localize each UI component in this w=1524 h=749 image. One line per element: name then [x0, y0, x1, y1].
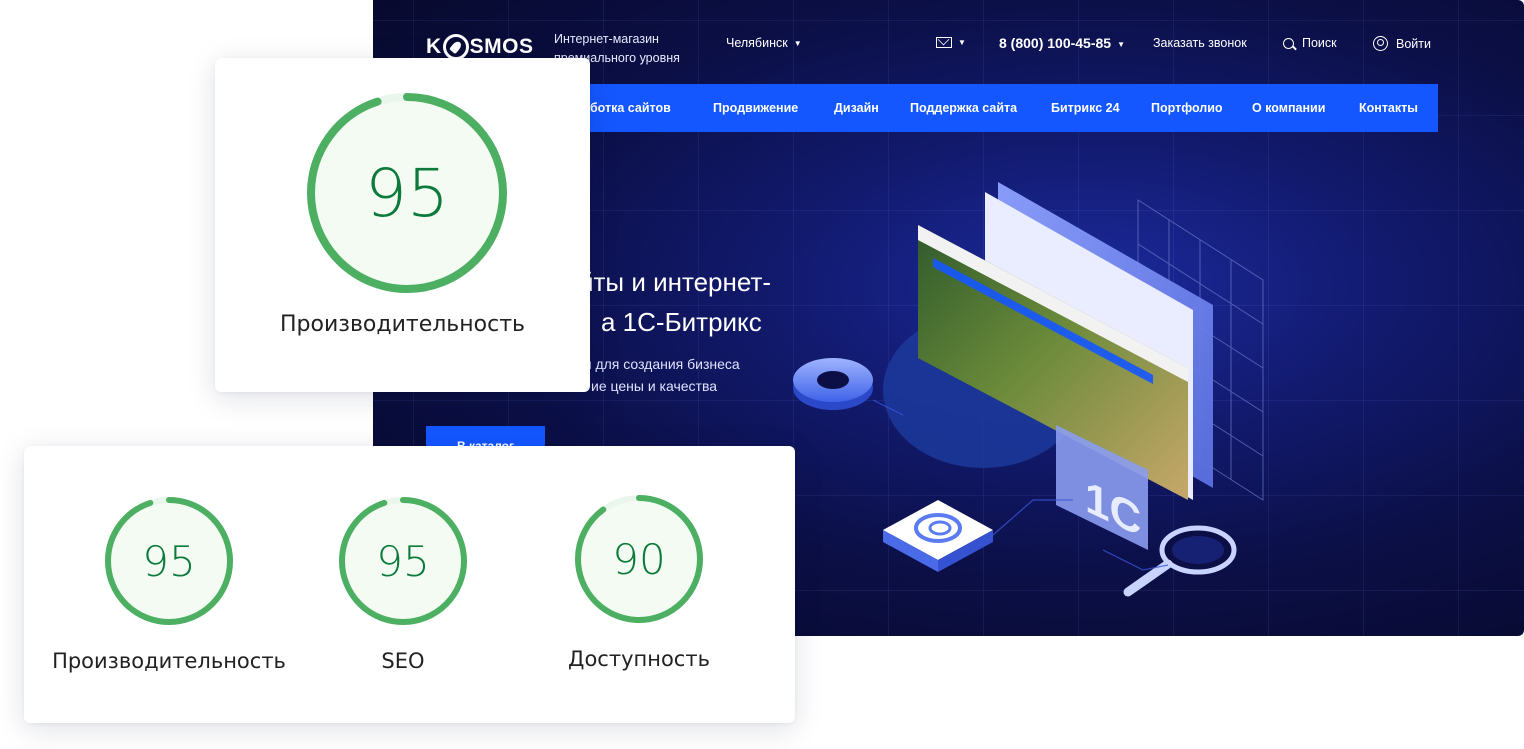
- score-value: 90: [612, 534, 666, 584]
- score-card-main: 95 Производительность: [215, 58, 590, 392]
- score-value: 95: [365, 154, 449, 232]
- score-label: SEO: [381, 649, 425, 673]
- nav-item-development[interactable]: аботка сайтов: [583, 101, 671, 115]
- logo-text-right: SMOS: [469, 35, 534, 58]
- nav-item-design[interactable]: Дизайн: [834, 101, 879, 115]
- score-gauge-accessibility: 90: [574, 494, 704, 624]
- rocket-icon: [442, 34, 469, 60]
- score-label: Производительность: [52, 649, 286, 673]
- score-gauge-main: 95: [305, 91, 509, 295]
- score-label: Производительность: [280, 312, 525, 337]
- score-value: 95: [376, 536, 430, 586]
- phone-dropdown[interactable]: 8 (800) 100-45-85 ▼: [999, 35, 1125, 51]
- site-logo[interactable]: K SMOS: [426, 34, 534, 60]
- search-link[interactable]: Поиск: [1283, 36, 1337, 50]
- login-label: Войти: [1396, 36, 1431, 51]
- storage-tile-icon: [883, 500, 993, 572]
- nav-item-portfolio[interactable]: Портфолио: [1151, 101, 1223, 115]
- nav-item-contacts[interactable]: Контакты: [1359, 101, 1418, 115]
- search-icon: [1283, 37, 1294, 49]
- score-gauge-seo: 95: [338, 496, 468, 626]
- score-label: Доступность: [568, 647, 710, 671]
- nav-item-bitrix24[interactable]: Битрикс 24: [1051, 101, 1120, 115]
- chevron-down-icon: ▼: [793, 39, 802, 49]
- city-selector[interactable]: Челябинск ▼: [726, 36, 802, 50]
- callback-link[interactable]: Заказать звонок: [1153, 36, 1247, 50]
- nav-item-promotion[interactable]: Продвижение: [713, 101, 798, 115]
- logo-text-left: K: [426, 35, 442, 58]
- isometric-illustration: 1С: [793, 182, 1264, 597]
- chevron-down-icon: ▼: [1117, 39, 1125, 49]
- stage: K SMOS Интернет-магазин премиального уро…: [0, 0, 1524, 749]
- search-label: Поиск: [1302, 36, 1337, 50]
- login-link[interactable]: Войти: [1373, 36, 1431, 51]
- score-value: 95: [142, 536, 196, 586]
- phone-number: 8 (800) 100-45-85: [999, 35, 1112, 51]
- nav-item-about[interactable]: О компании: [1252, 101, 1325, 115]
- envelope-icon: [936, 37, 952, 49]
- user-icon: [1373, 36, 1388, 51]
- gear-icon: [793, 358, 873, 410]
- chevron-down-icon: ▼: [958, 38, 966, 48]
- city-label: Челябинск: [726, 36, 788, 50]
- score-card-summary: 95 Производительность 95 SEO 90 Доступно…: [24, 446, 795, 723]
- score-gauge-performance: 95: [104, 496, 234, 626]
- mail-dropdown[interactable]: ▼: [936, 35, 966, 49]
- nav-item-support[interactable]: Поддержка сайта: [910, 101, 1017, 115]
